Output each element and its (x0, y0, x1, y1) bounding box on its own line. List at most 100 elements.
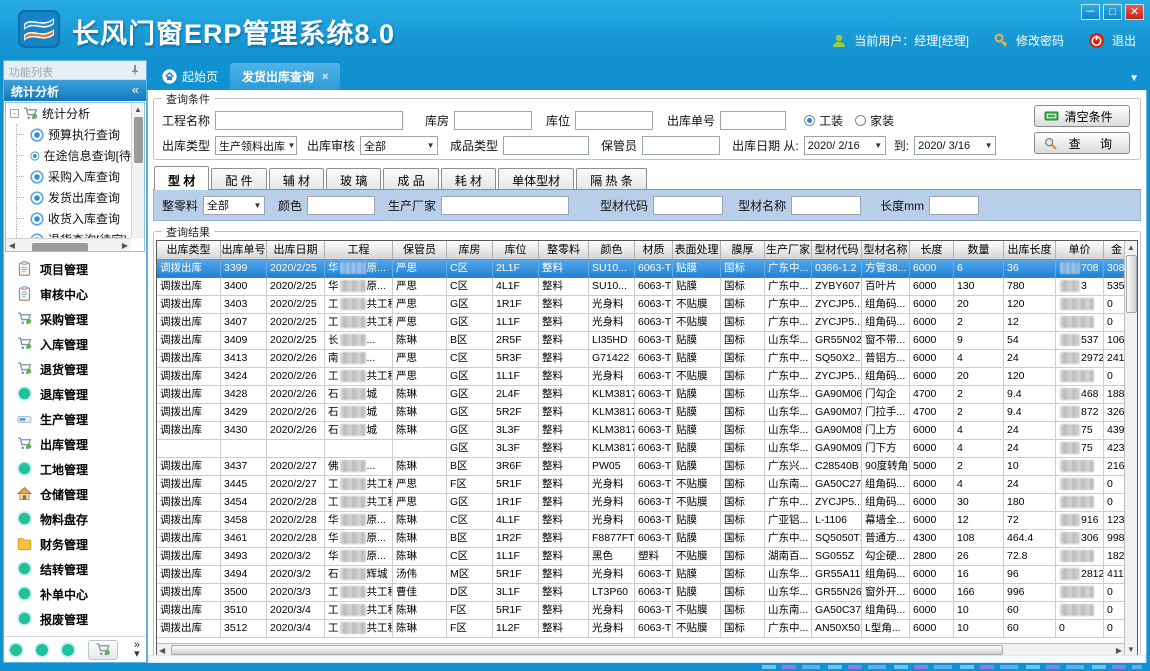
material-tab[interactable]: 配 件 (211, 168, 266, 189)
footer-dot-icon[interactable] (62, 644, 74, 656)
column-header[interactable]: 材质 (635, 241, 673, 259)
audit-select[interactable]: 全部▼ (360, 136, 438, 155)
date-to-picker[interactable]: 2020/ 3/16▼ (914, 136, 996, 155)
maximize-button[interactable]: □ (1103, 4, 1122, 20)
pin-icon[interactable] (129, 64, 141, 76)
minimize-button[interactable]: － (1081, 4, 1100, 20)
column-header[interactable]: 出库类型 (157, 241, 221, 259)
search-button[interactable]: 查 询 (1034, 132, 1130, 154)
tree-horizontal-scrollbar[interactable]: ◀ ▶ (6, 238, 131, 251)
sidebar-item-clipboard[interactable]: 项目管理 (4, 257, 146, 282)
column-header[interactable]: 表面处理 (673, 241, 721, 259)
table-row[interactable]: 调拨出库35102020/3/4工共工程陈琳F区5R1F整料光身料6063-T5… (157, 602, 1124, 620)
footer-cart-button[interactable] (88, 640, 118, 660)
keeper-input[interactable] (642, 136, 720, 155)
sidebar-item-cart[interactable]: 入库管理 (4, 332, 146, 357)
grid-vertical-scrollbar[interactable]: ▲ ▼ (1124, 241, 1137, 656)
close-button[interactable]: ✕ (1125, 4, 1144, 20)
table-row[interactable]: 调拨出库34372020/2/27佛...陈琳B区3R6F整料PW056063-… (157, 458, 1124, 476)
date-from-picker[interactable]: 2020/ 2/16▼ (804, 136, 886, 155)
clear-conditions-button[interactable]: 清空条件 (1034, 105, 1130, 127)
table-row[interactable]: G区3L3F整料KLM38176063-T5贴膜国标山东华...GA90M09.… (157, 440, 1124, 458)
scroll-right-icon[interactable]: ▶ (119, 239, 131, 252)
tab-shipping-query[interactable]: 发货出库查询 × (230, 63, 340, 90)
table-row[interactable]: 调拨出库34932020/3/2华原...陈琳C区1L1F整料黑色塑料不贴膜国标… (157, 548, 1124, 566)
sidebar-item-dot[interactable]: 补单中心 (4, 582, 146, 607)
table-row[interactable]: 调拨出库33992020/2/25华原...严思C区2L1F整料SU10...6… (157, 260, 1124, 278)
column-header[interactable]: 膜厚 (721, 241, 765, 259)
vscroll-thumb[interactable] (1126, 255, 1137, 313)
scroll-up-icon[interactable]: ▲ (132, 103, 144, 116)
warehouse-input[interactable] (454, 111, 532, 130)
tree-item[interactable]: 在途信息查询[待 (6, 145, 131, 166)
table-row[interactable]: 调拨出库34612020/2/28华原...陈琳B区1R2F整料F8877FT6… (157, 530, 1124, 548)
order-no-input[interactable] (720, 111, 786, 130)
tree-item[interactable]: 发货出库查询 (6, 187, 131, 208)
table-row[interactable]: 调拨出库34072020/2/25工共工程严思G区1L1F整料光身料6063-T… (157, 314, 1124, 332)
product-type-input[interactable] (503, 136, 589, 155)
project-name-input[interactable] (215, 111, 403, 130)
change-password-link[interactable]: 修改密码 (1016, 32, 1064, 49)
tree-item[interactable]: 预算执行查询 (6, 124, 131, 145)
table-row[interactable]: 调拨出库34242020/2/26工共工程严思G区1L1F整料光身料6063-T… (157, 368, 1124, 386)
color-input[interactable] (307, 196, 375, 215)
sidebar-item-dot[interactable]: 物料盘存 (4, 507, 146, 532)
table-row[interactable]: 调拨出库34092020/2/25长...陈琳B区2R5F整料LI35HD606… (157, 332, 1124, 350)
profile-code-input[interactable] (653, 196, 723, 215)
material-tab[interactable]: 辅 材 (269, 168, 324, 189)
sidebar-item-dot[interactable]: 退库管理 (4, 382, 146, 407)
table-row[interactable]: 调拨出库34032020/2/25工共工程严思G区1R1F整料光身料6063-T… (157, 296, 1124, 314)
scroll-left-icon[interactable]: ◀ (6, 239, 18, 252)
outbound-type-select[interactable]: 生产领料出库▼ (215, 136, 297, 155)
column-header[interactable]: 型材代码 (812, 241, 862, 259)
sidebar-item-clipboard[interactable]: 审核中心 (4, 282, 146, 307)
footer-dot-icon[interactable] (10, 644, 22, 656)
tree-expander-icon[interactable]: - (10, 109, 19, 118)
sidebar-item-folder[interactable]: 财务管理 (4, 532, 146, 557)
collapse-icon[interactable]: « (132, 82, 139, 97)
tree-vertical-scrollbar[interactable]: ▲ (131, 103, 144, 238)
table-row[interactable]: 调拨出库34942020/3/2石辉城汤伟M区5R1F整料光身料6063-T5贴… (157, 566, 1124, 584)
tree-item[interactable]: 采购入库查询 (6, 166, 131, 187)
column-header[interactable]: 颜色 (589, 241, 635, 259)
radio-home[interactable]: 家装 (855, 112, 894, 129)
column-header[interactable]: 出库长度 (1004, 241, 1056, 259)
tab-home[interactable]: 起始页 (150, 63, 230, 90)
column-header[interactable]: 型材名称 (862, 241, 910, 259)
column-header[interactable]: 金 (1104, 241, 1124, 259)
tree-item[interactable]: 收货入库查询 (6, 208, 131, 229)
logout-button[interactable]: 退出 (1112, 32, 1136, 49)
table-row[interactable]: 调拨出库34002020/2/25华原...严思C区4L1F整料SU10...6… (157, 278, 1124, 296)
column-header[interactable]: 长度 (910, 241, 954, 259)
radio-industrial[interactable]: 工装 (804, 112, 843, 129)
column-header[interactable]: 库房 (447, 241, 493, 259)
column-header[interactable]: 库位 (493, 241, 539, 259)
table-row[interactable]: 调拨出库35002020/3/3工共工程曹佳D区3L1F整料LT3P606063… (157, 584, 1124, 602)
table-row[interactable]: 调拨出库34282020/2/26石城陈琳G区2L4F整料KLM38176063… (157, 386, 1124, 404)
table-row[interactable]: 调拨出库34452020/2/27工共工程严思F区5R1F整料光身料6063-T… (157, 476, 1124, 494)
table-row[interactable]: 调拨出库34292020/2/26石城陈琳G区5R2F整料KLM38176063… (157, 404, 1124, 422)
column-header[interactable]: 工程 (325, 241, 393, 259)
column-header[interactable]: 出库单号 (221, 241, 267, 259)
scroll-up-icon[interactable]: ▲ (1125, 241, 1137, 254)
sidebar-item-chart[interactable]: 生产管理 (4, 407, 146, 432)
table-row[interactable]: 调拨出库34542020/2/28工共工程严思G区1R1F整料光身料6063-T… (157, 494, 1124, 512)
material-tab[interactable]: 隔 热 条 (576, 168, 647, 189)
column-header[interactable]: 保管员 (393, 241, 447, 259)
manufacturer-input[interactable] (441, 196, 569, 215)
column-header[interactable]: 整零料 (539, 241, 589, 259)
tab-close-icon[interactable]: × (322, 71, 328, 83)
table-row[interactable]: 调拨出库34302020/2/26石城陈琳G区3L3F整料KLM38176063… (157, 422, 1124, 440)
length-input[interactable] (929, 196, 979, 215)
profile-name-input[interactable] (791, 196, 861, 215)
material-tab[interactable]: 耗 材 (441, 168, 496, 189)
table-row[interactable]: 调拨出库34132020/2/26南...严思C区5R3F整料G71422606… (157, 350, 1124, 368)
hscroll-thumb[interactable] (171, 645, 1003, 655)
table-row[interactable]: 调拨出库35122020/3/4工共工程陈琳F区1L2F整料光身料6063-T5… (157, 620, 1124, 638)
tree-root-statistics[interactable]: -统计分析 (6, 103, 131, 124)
more-chevron[interactable]: »▾ (134, 641, 140, 659)
sidebar-item-cart[interactable]: 采购管理 (4, 307, 146, 332)
column-header[interactable]: 生产厂家 (765, 241, 812, 259)
column-header[interactable]: 数量 (954, 241, 1004, 259)
footer-dot-icon[interactable] (36, 644, 48, 656)
